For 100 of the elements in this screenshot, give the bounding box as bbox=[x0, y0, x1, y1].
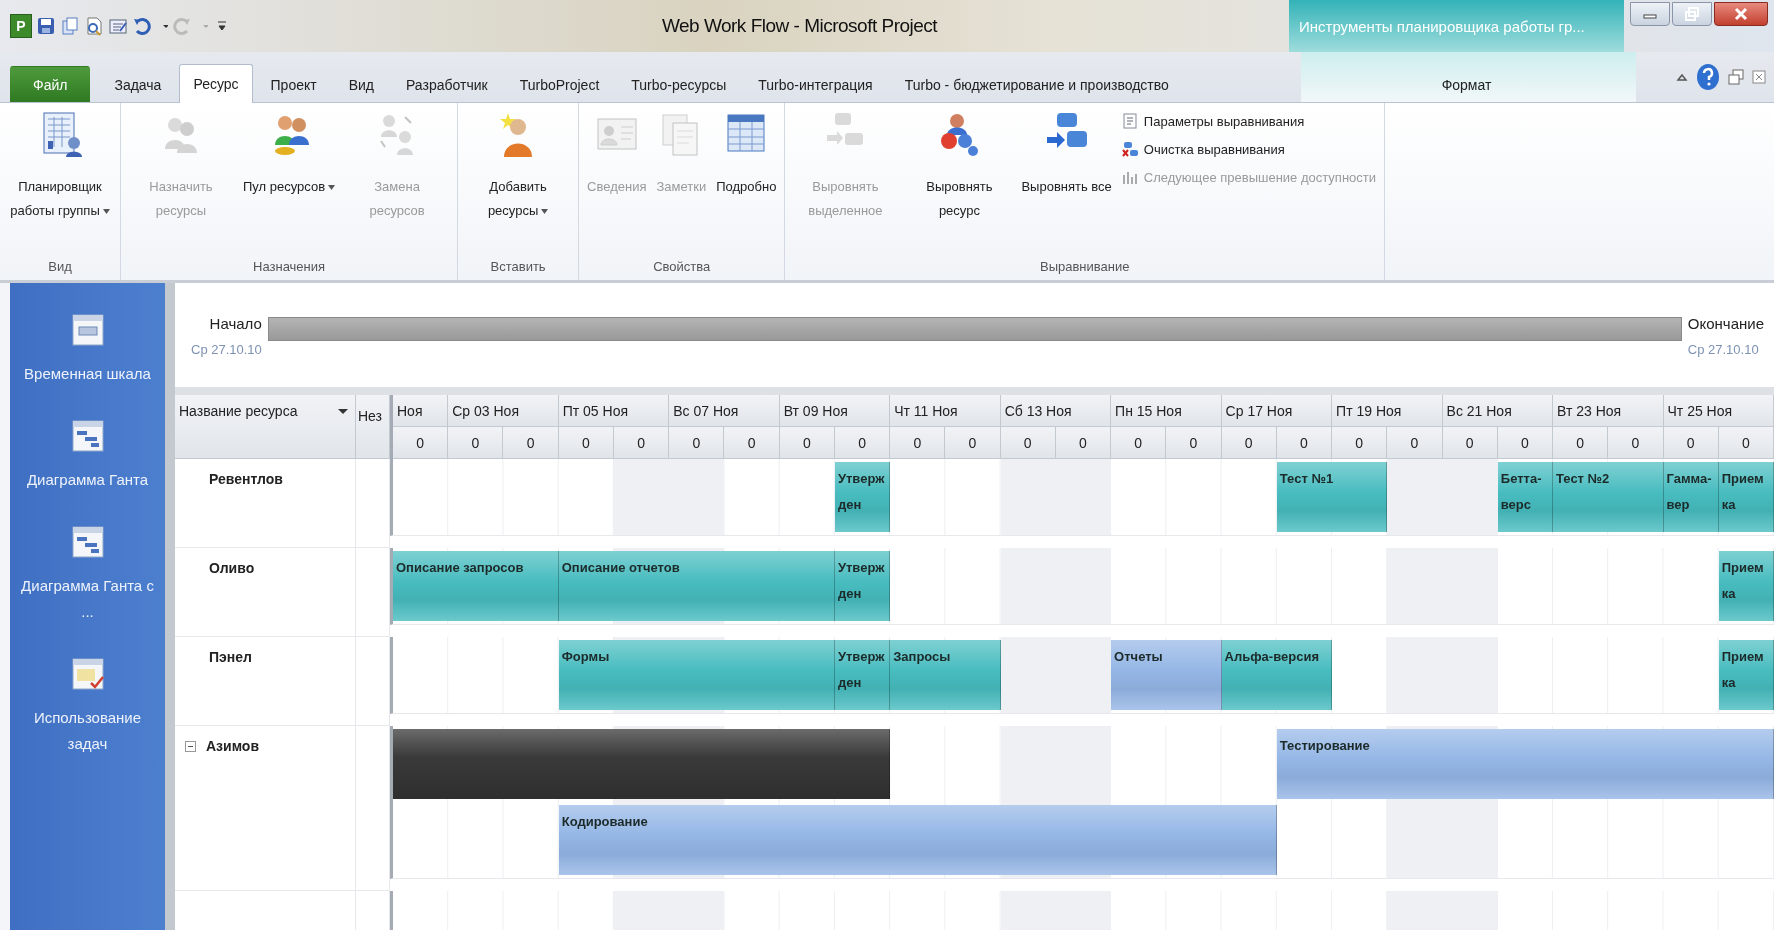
close-button[interactable] bbox=[1714, 2, 1768, 26]
close-icon bbox=[1734, 7, 1748, 21]
ribbon-tab[interactable]: Разработчик bbox=[392, 66, 502, 102]
timescale-value: 0 bbox=[558, 427, 614, 459]
timescale-value: 0 bbox=[1221, 427, 1277, 459]
print-preview-icon[interactable] bbox=[84, 16, 104, 36]
app-logo: P bbox=[10, 14, 32, 38]
timescale-value: 0 bbox=[1000, 427, 1056, 459]
task-bar[interactable]: Приемка bbox=[1718, 462, 1774, 532]
clear-icon bbox=[1121, 141, 1138, 157]
timescale-label: Вт 23 Ноя bbox=[1553, 395, 1664, 427]
ribbon-tab[interactable]: Файл bbox=[10, 66, 91, 102]
ribbon-tab[interactable]: Формат bbox=[1427, 66, 1506, 102]
timescale-value: 0 bbox=[1276, 427, 1333, 459]
timescale-value: 0 bbox=[1442, 427, 1498, 459]
timescale-label: Чт 25 Ноя bbox=[1663, 395, 1774, 427]
timescale-label: Вт 09 Ноя bbox=[779, 395, 891, 427]
form-icon[interactable] bbox=[108, 16, 128, 36]
task-bar[interactable]: Описание отчетов bbox=[558, 551, 835, 621]
resource-name: Пэнел bbox=[209, 649, 252, 665]
task-bar[interactable]: Формы bbox=[558, 640, 835, 710]
ribbon-tab[interactable]: TurboProject bbox=[505, 66, 614, 102]
timescale-value: 0 bbox=[1055, 427, 1112, 459]
timescale-label: Вс 21 Ноя bbox=[1442, 395, 1554, 427]
window-title: Web Work Flow - Microsoft Project bbox=[660, 14, 939, 38]
timescale-value: 0 bbox=[1111, 427, 1167, 459]
view-bar-item[interactable]: Диаграмма Ганта bbox=[10, 419, 165, 493]
group-label: Вид bbox=[47, 258, 73, 274]
ribbon-button[interactable]: Очистка выравнивания bbox=[1117, 139, 1380, 159]
help-icon[interactable] bbox=[1696, 63, 1720, 91]
timescale-value: 0 bbox=[503, 427, 559, 459]
timeline-view-icon bbox=[70, 313, 105, 347]
task-bar[interactable]: Приемка bbox=[1718, 551, 1774, 621]
timescale-value: 0 bbox=[1718, 427, 1774, 459]
restore-button[interactable] bbox=[1672, 2, 1712, 26]
timescale-value: 0 bbox=[1332, 427, 1388, 459]
ribbon-tab[interactable]: Ресурс bbox=[179, 64, 253, 103]
gantt-chart-icon bbox=[70, 525, 105, 559]
collapse-icon[interactable] bbox=[185, 741, 196, 752]
ribbon-tab[interactable]: Задача bbox=[100, 66, 176, 102]
timescale-value: 0 bbox=[1663, 427, 1719, 459]
task-bar[interactable]: Кодирование bbox=[558, 805, 1277, 875]
timeline-start-label: Начало bbox=[209, 315, 262, 332]
column-header: Нез bbox=[358, 407, 382, 426]
timescale-label: Пт 05 Ноя bbox=[558, 395, 670, 427]
ribbon-tab[interactable]: Вид bbox=[334, 66, 388, 102]
view-bar-item[interactable]: Использование задач bbox=[10, 657, 165, 757]
gantt-chart-icon bbox=[70, 419, 105, 453]
resource-name: Азимов bbox=[206, 738, 259, 754]
timescale-label: Пт 19 Ноя bbox=[1332, 395, 1443, 427]
task-bar[interactable]: Запросы bbox=[890, 640, 1001, 710]
ribbon-button[interactable]: Пул ресурсов bbox=[239, 109, 340, 255]
timescale-label: Чт 11 Ноя bbox=[890, 395, 1001, 427]
ribbon-button[interactable]: Выровнять все bbox=[1017, 109, 1116, 255]
task-bar[interactable]: Тест №2 bbox=[1553, 462, 1664, 532]
view-bar-item[interactable]: Временная шкала bbox=[10, 313, 165, 387]
timescale-value: 0 bbox=[1553, 427, 1609, 459]
task-bar[interactable]: Альфа-версия bbox=[1221, 640, 1333, 710]
restore-window-icon[interactable] bbox=[1728, 69, 1744, 85]
timescale-value: 0 bbox=[945, 427, 1001, 459]
timescale-value: 0 bbox=[613, 427, 670, 459]
view-bar-item[interactable]: Диаграмма Ганта с ... bbox=[10, 525, 165, 625]
group-label: Выравнивание bbox=[1038, 258, 1131, 274]
task-bar[interactable]: Отчеты bbox=[1111, 640, 1222, 710]
undo-icon[interactable] bbox=[132, 16, 152, 36]
task-bar[interactable]: Гамма-вер bbox=[1663, 462, 1719, 532]
group-label: Свойства bbox=[652, 258, 712, 274]
ribbon-button[interactable]: Добавить ресурсы bbox=[462, 109, 575, 255]
timescale-value: 0 bbox=[779, 427, 835, 459]
task-bar[interactable]: Утвержден bbox=[834, 462, 891, 532]
caret-up-icon[interactable] bbox=[1676, 71, 1688, 83]
document-icon[interactable] bbox=[60, 16, 80, 36]
timescale-label: Пн 15 Ноя bbox=[1111, 395, 1222, 427]
task-bar[interactable]: Приемка bbox=[1718, 640, 1774, 710]
ribbon-button[interactable]: Выровнять ресурс bbox=[903, 109, 1016, 255]
task-bar[interactable]: Тестирование bbox=[1276, 729, 1774, 799]
task-bar[interactable]: Бетта-верс bbox=[1497, 462, 1554, 532]
ribbon-tab[interactable]: Turbo-ресурсы bbox=[617, 66, 741, 102]
close-window-icon[interactable] bbox=[1752, 69, 1766, 85]
column-header: Название ресурса bbox=[179, 403, 298, 419]
minimize-button[interactable] bbox=[1630, 2, 1670, 26]
ribbon-tab[interactable]: Проект bbox=[256, 66, 331, 102]
timescale-value: 0 bbox=[669, 427, 725, 459]
task-bar[interactable]: Описание запросов bbox=[393, 551, 559, 621]
timescale-label: Ср 03 Ноя bbox=[448, 395, 559, 427]
task-bar[interactable]: Утвержден bbox=[834, 551, 891, 621]
ribbon-button[interactable]: Подробно bbox=[712, 109, 781, 255]
task-bar[interactable]: Тест №1 bbox=[1276, 462, 1388, 532]
timescale-value: 0 bbox=[393, 427, 449, 459]
contextual-tab-title: Инструменты планировщика работы гр... bbox=[1289, 0, 1624, 52]
timescale-value: 0 bbox=[1497, 427, 1554, 459]
task-bar[interactable]: Утвержден bbox=[834, 640, 891, 710]
ribbon-button[interactable]: Параметры выравнивания bbox=[1117, 111, 1380, 131]
ribbon-button[interactable]: Планировщик работы группы bbox=[4, 109, 116, 255]
options-icon bbox=[1121, 113, 1138, 129]
timescale-value: 0 bbox=[1387, 427, 1443, 459]
timeline-finish-date: Ср 27.10.10 bbox=[1687, 342, 1760, 357]
save-icon[interactable] bbox=[36, 16, 56, 36]
ribbon-tab[interactable]: Turbo-интеграция bbox=[744, 66, 887, 102]
ribbon-tab[interactable]: Turbo - бюджетирование и производство bbox=[890, 66, 1183, 102]
